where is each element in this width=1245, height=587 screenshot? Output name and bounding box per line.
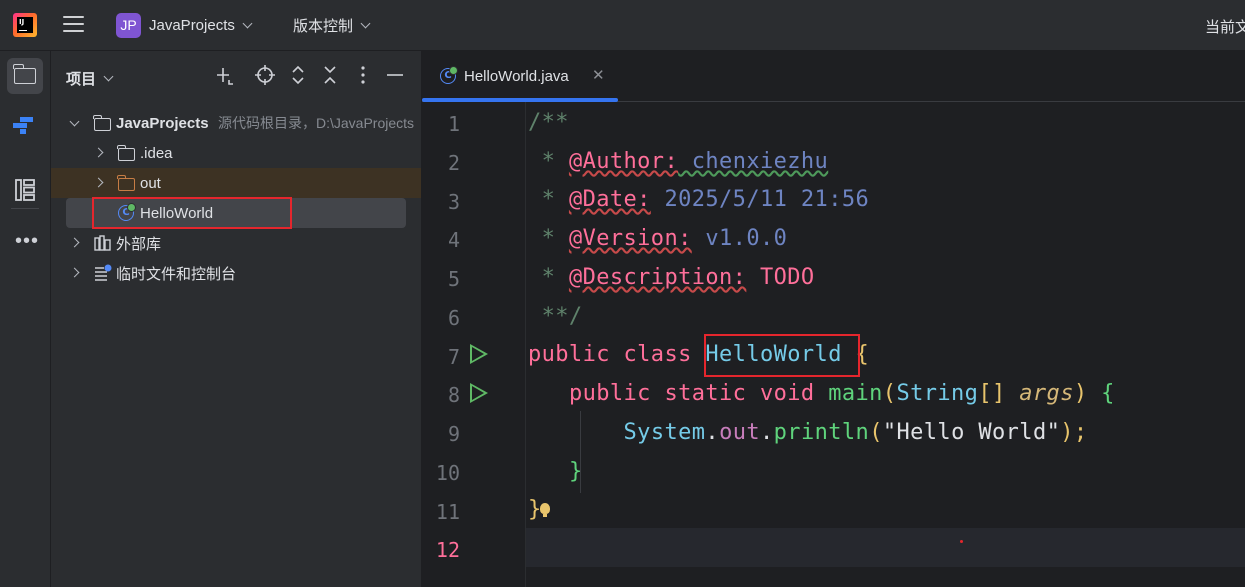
chevron-right-icon[interactable] bbox=[93, 177, 104, 188]
run-config-selector[interactable]: 当前文 bbox=[1205, 16, 1245, 37]
chevron-down-icon bbox=[103, 71, 114, 82]
folder-icon bbox=[13, 64, 36, 84]
line-number: 6 bbox=[447, 306, 460, 330]
tree-node-label: 外部库 bbox=[116, 235, 162, 253]
excluded-folder-icon bbox=[117, 175, 135, 191]
line-number: 8 bbox=[447, 383, 460, 407]
collapse-all-icon[interactable] bbox=[319, 64, 341, 86]
code-line-12[interactable] bbox=[528, 536, 1228, 566]
locate-file-icon[interactable] bbox=[254, 64, 276, 86]
project-panel-title[interactable]: 项目 bbox=[66, 68, 114, 89]
tree-node-out[interactable]: out bbox=[51, 168, 421, 198]
folder-icon bbox=[117, 145, 135, 161]
structure-icon bbox=[15, 179, 35, 201]
java-class-icon: C bbox=[118, 203, 136, 221]
close-icon[interactable]: ✕ bbox=[592, 66, 605, 84]
code-line-7[interactable]: public class HelloWorld { bbox=[528, 342, 869, 367]
title-bar: IJ JP JavaProjects 版本控制 当前文 bbox=[0, 0, 1245, 51]
java-class-icon: C bbox=[440, 66, 458, 84]
code-line-9[interactable]: System.out.println("Hello World"); bbox=[528, 420, 1088, 445]
chevron-down-icon bbox=[360, 18, 371, 28]
chevron-down-icon bbox=[242, 18, 253, 28]
chevron-down-icon[interactable] bbox=[69, 116, 80, 127]
code-editor: C HelloWorld.java ✕ 1 2 3 4 5 6 7 8 9 10… bbox=[422, 51, 1245, 587]
editor-gutter: 1 2 3 4 5 6 7 8 9 10 11 12 bbox=[422, 102, 526, 587]
code-line-1[interactable]: /** bbox=[528, 110, 569, 135]
code-line-10[interactable]: } bbox=[528, 459, 583, 484]
options-menu-icon[interactable] bbox=[352, 64, 374, 86]
tree-node-label: HelloWorld bbox=[140, 204, 214, 222]
project-tool-button[interactable] bbox=[7, 58, 43, 94]
tab-label: HelloWorld.java bbox=[464, 68, 569, 85]
tree-node-hint: 源代码根目录，D:\JavaProjects bbox=[218, 115, 415, 131]
new-file-icon[interactable] bbox=[213, 64, 235, 86]
chevron-right-icon[interactable] bbox=[69, 267, 80, 278]
code-line-3[interactable]: * @Date: 2025/5/11 21:56 bbox=[528, 187, 869, 212]
library-icon bbox=[94, 235, 111, 251]
more-dots-icon: ••• bbox=[15, 230, 40, 252]
line-number: 5 bbox=[447, 267, 460, 291]
plugin-icon bbox=[13, 117, 33, 134]
code-line-5[interactable]: * @Description: TODO bbox=[528, 265, 815, 290]
tool-window-strip: ••• bbox=[0, 51, 51, 587]
code-line-6[interactable]: **/ bbox=[528, 304, 583, 329]
tree-node-label: 临时文件和控制台 bbox=[116, 265, 237, 283]
editor-tab-helloworld[interactable]: C HelloWorld.java ✕ bbox=[422, 51, 618, 102]
code-line-2[interactable]: * @Author: chenxiezhu bbox=[528, 149, 828, 174]
strip-divider bbox=[11, 208, 39, 209]
project-panel: 项目 JavaProjects 源代码根目录，D:\JavaProjects .… bbox=[51, 51, 422, 587]
main-menu-icon[interactable] bbox=[63, 15, 85, 33]
structure-tool-button[interactable] bbox=[7, 172, 43, 208]
run-main-icon[interactable] bbox=[470, 383, 488, 403]
tree-node-label: .idea bbox=[140, 144, 173, 162]
line-number: 1 bbox=[447, 112, 460, 136]
tree-node-helloworld[interactable]: C HelloWorld bbox=[66, 198, 406, 228]
scratches-icon bbox=[95, 264, 112, 281]
chevron-right-icon[interactable] bbox=[69, 237, 80, 248]
vcs-label: 版本控制 bbox=[293, 17, 354, 35]
module-folder-icon bbox=[93, 115, 111, 131]
line-number: 4 bbox=[447, 228, 460, 252]
intention-bulb-icon[interactable] bbox=[540, 503, 550, 517]
hide-panel-icon[interactable] bbox=[384, 64, 406, 86]
code-line-8[interactable]: public static void main(String[] args) { bbox=[528, 381, 1115, 406]
editor-tab-bar: C HelloWorld.java ✕ bbox=[422, 51, 1245, 102]
tree-node-root[interactable]: JavaProjects 源代码根目录，D:\JavaProjects bbox=[51, 108, 421, 138]
tree-node-label: out bbox=[140, 174, 161, 192]
code-line-4[interactable]: * @Version: v1.0.0 bbox=[528, 226, 787, 251]
red-dot-marker bbox=[960, 540, 963, 543]
tree-node-idea[interactable]: .idea bbox=[51, 138, 421, 168]
line-number: 7 bbox=[447, 345, 460, 369]
tree-node-scratches[interactable]: 临时文件和控制台 bbox=[51, 258, 421, 288]
line-number: 9 bbox=[447, 422, 460, 446]
expand-all-icon[interactable] bbox=[287, 64, 309, 86]
line-number: 3 bbox=[447, 190, 460, 214]
tree-node-external-libs[interactable]: 外部库 bbox=[51, 228, 421, 258]
project-switcher[interactable]: JP JavaProjects bbox=[116, 12, 253, 38]
line-number: 10 bbox=[435, 461, 460, 485]
line-number: 12 bbox=[435, 538, 460, 562]
plugins-tool-button[interactable] bbox=[7, 107, 43, 143]
project-avatar: JP bbox=[116, 12, 141, 38]
line-number: 2 bbox=[447, 151, 460, 175]
project-name: JavaProjects bbox=[149, 16, 235, 34]
line-number: 11 bbox=[435, 500, 460, 524]
vcs-menu-button[interactable]: 版本控制 bbox=[293, 12, 371, 38]
chevron-right-icon[interactable] bbox=[93, 147, 104, 158]
more-tools-button[interactable]: ••• bbox=[7, 223, 43, 259]
tree-node-label: JavaProjects bbox=[116, 114, 209, 132]
run-class-icon[interactable] bbox=[470, 344, 488, 364]
intellij-logo-icon[interactable]: IJ bbox=[13, 13, 37, 37]
